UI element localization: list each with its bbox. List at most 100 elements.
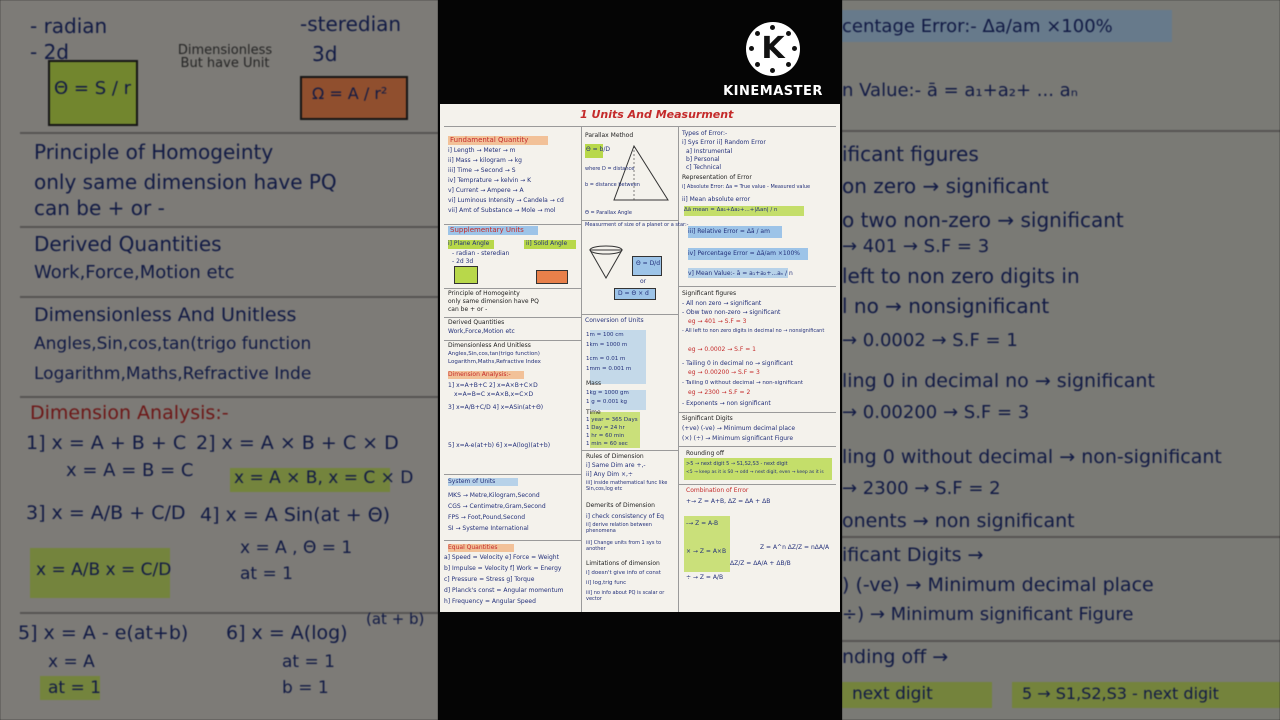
formula-text: D = Θ × d <box>618 290 649 297</box>
note-line: x = A , Θ = 1 <box>240 538 353 558</box>
note-line: ii] Solid Angle <box>526 240 568 247</box>
note-line: Logarithm,Maths,Refractive Index <box>448 359 541 365</box>
formula-text: Ω = A / r² <box>312 84 388 103</box>
section-heading: Types of Error:- <box>682 130 728 137</box>
row-divider <box>678 484 836 485</box>
note-line: 3] x = A/B + C/D <box>26 502 186 524</box>
note-line: 2] x = A × B + C × D <box>196 432 399 454</box>
section-heading: Limitations of dimension <box>586 560 660 567</box>
divider <box>20 132 438 134</box>
formula-text: +→ Z = A+B, ΔZ = ΔA + ΔB <box>686 498 771 505</box>
planet-cone-diagram <box>589 245 623 280</box>
note-line: at = 1 <box>282 652 335 672</box>
note-line: (+ve) (-ve) → Minimum decimal place <box>682 425 796 432</box>
note-line: >5 → next digit 5 → S1,S2,S3 - next digi… <box>686 461 788 467</box>
note-line: - All left to non zero digits in decimal… <box>682 328 825 334</box>
note-line: can be + or - <box>448 306 488 313</box>
note-line: x = A/B x = C/D <box>36 560 172 580</box>
note-line: 3] x=A/B+C/D 4] x=ASin(at+Θ) <box>448 404 544 411</box>
note-line: ling 0 without decimal → non-significant <box>842 446 1222 468</box>
note-line: 5 → S1,S2,S3 - next digit <box>1022 684 1219 703</box>
note-line: i] doesn't give info of const <box>586 570 661 576</box>
note-line: ) (-ve) → Minimum decimal place <box>842 574 1154 596</box>
note-line: or <box>640 278 647 285</box>
section-heading: Rules of Dimension <box>586 453 644 460</box>
formula-text: × → Z = A×B <box>686 548 727 555</box>
note-line: ii] Mean absolute error <box>682 196 751 203</box>
note-line: Logarithm,Maths,Refractive Inde <box>34 364 312 384</box>
note-line: 3d <box>312 42 338 66</box>
note-line: x = A = B = C <box>66 460 194 481</box>
row-divider <box>444 317 581 318</box>
note-line: Dimensionless And Unitless <box>34 304 297 326</box>
divider <box>842 536 1280 538</box>
formula-text: Δā mean = Δa₁+Δa₂+...+|Δan| / n <box>684 207 778 213</box>
note-line: (at + b) <box>366 610 425 628</box>
row-divider <box>444 224 581 225</box>
section-heading: Conversion of Units <box>585 317 644 324</box>
highlight-green-box <box>454 266 478 284</box>
note-line: Derived Quantities <box>34 232 222 256</box>
note-line: at = 1 <box>48 678 101 698</box>
note-line: 1] x=A+B+C 2] x=A×B+C×D <box>448 382 538 389</box>
note-line: - Tailing 0 without decimal → non-signif… <box>682 380 804 386</box>
note-line: x=A=B=C x=A×B,x=C×D <box>454 391 534 398</box>
note-line: Dimensionless But have Unit <box>177 43 273 71</box>
note-line: h] Frequency = Angular Speed <box>444 598 536 605</box>
note-line: only same dimension have PQ <box>34 170 337 194</box>
notes-page: 1 Units And Measurment Fundamental Quant… <box>440 104 840 612</box>
note-line: i] Length → Meter → m <box>448 147 516 154</box>
formula-text: Θ = b/D <box>586 146 611 153</box>
note-line: i] Plane Angle <box>448 240 490 247</box>
note-line: ÷) → Minimum significant Figure <box>842 604 1134 625</box>
note-line: 1 year = 365 Days <box>586 417 638 423</box>
note-line: 1m = 100 cm <box>586 332 624 338</box>
section-heading: Significant figures <box>682 290 737 297</box>
note-line: → 0.00200 → S.F = 3 <box>842 402 1030 423</box>
note-line: Work,Force,Motion etc <box>448 328 515 335</box>
note-line: i] Same Dim are +,- <box>586 462 646 469</box>
note-line: can be + or - <box>34 196 165 220</box>
note-line: 1 hr = 60 min <box>586 433 625 439</box>
note-line: Principle of Homogeinty <box>34 140 274 164</box>
note-line: onents → non significant <box>842 510 1075 532</box>
note-line: Derived Quantities <box>448 319 505 326</box>
note-line: 1cm = 0.01 m <box>586 356 626 362</box>
note-line: 1] x = A + B + C <box>26 432 187 454</box>
note-line: b = distance between <box>585 182 640 188</box>
note-line: l no → nonsignificant <box>842 294 1050 318</box>
note-line: next digit <box>852 684 933 704</box>
note-line: eg → 401 → S.F = 3 <box>688 318 747 325</box>
note-line: iii] Time → Second → S <box>448 167 516 174</box>
note-line: → 0.0002 → S.F = 1 <box>842 330 1018 351</box>
note-line: 1mm = 0.001 m <box>586 366 632 372</box>
note-line: 4] x = A Sin(at + Θ) <box>200 504 391 526</box>
note-line: (×) (÷) → Minimum significant Figure <box>682 435 794 442</box>
formula-text: ΔZ/Z = ΔA/A + ΔB/B <box>730 560 791 567</box>
note-line: 5] x = A - e(at+b) <box>18 622 189 644</box>
formula-text: ÷ → Z = A/B <box>686 574 724 581</box>
section-heading: Significant Digits <box>682 415 733 422</box>
note-line: 1kg = 1000 gm <box>586 390 629 396</box>
divider <box>842 130 1280 132</box>
note-line: SI → Systeme International <box>448 525 529 532</box>
section-heading: Dimension Analysis:- <box>30 402 229 424</box>
note-line: MKS → Metre,Kilogram,Second <box>448 492 540 499</box>
note-line: - radian - steredian <box>452 250 510 257</box>
note-line: Θ = Parallax Angle <box>585 210 632 216</box>
divider <box>20 396 438 398</box>
note-line: 1km = 1000 m <box>586 342 628 348</box>
note-line: ii] Mass → kilogram → kg <box>448 157 522 164</box>
note-line: o two non-zero → significant <box>842 208 1124 232</box>
note-line: -steredian <box>300 12 402 36</box>
note-line: <5 → keep as it is S0 → odd → next digit… <box>686 470 824 475</box>
note-line: - 2d <box>30 40 69 64</box>
page-title: 1 Units And Measurment <box>580 108 734 121</box>
note-line: Angles,Sin,cos,tan(trigo function) <box>448 351 540 357</box>
note-line: i] Sys Error ii] Random Error <box>682 139 766 146</box>
note-line: ii] Any Dim ×,÷ <box>586 471 633 478</box>
row-divider <box>678 446 836 447</box>
note-line: i] check consistency of Eq <box>586 513 664 520</box>
note-line: n Value:- ā = a₁+a₂+ ... aₙ <box>842 80 1078 101</box>
note-line: 1 min = 60 sec <box>586 441 628 447</box>
